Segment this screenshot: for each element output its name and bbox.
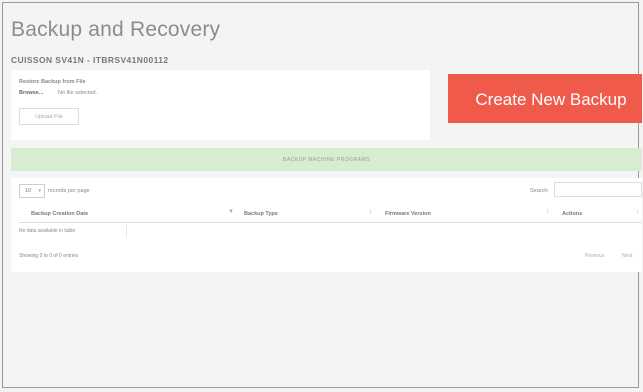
create-new-backup-button[interactable]: Create New Backup: [448, 74, 642, 123]
sort-icon[interactable]: ↕: [636, 209, 639, 215]
machine-subtitle: CUISSON SV41N - ITBRSV41N00112: [11, 55, 169, 65]
column-header-backup-creation-date[interactable]: Backup Creation Date: [31, 211, 88, 217]
table-header: Backup Creation Date ▼ Backup Type ↕ Fir…: [19, 207, 642, 223]
backups-table-panel: 10 ▾ records per page Search: Backup Cre…: [11, 178, 642, 272]
sort-icon[interactable]: ↕: [369, 209, 372, 215]
column-header-backup-type[interactable]: Backup Type: [244, 211, 278, 217]
records-per-page-select[interactable]: 10 ▾: [19, 184, 45, 198]
next-page-button[interactable]: Next: [622, 253, 632, 259]
backup-progress-bar: BACKUP MACHINE PROGRAMS: [11, 148, 642, 171]
caret-icon: ▾: [38, 188, 41, 194]
page-title: Backup and Recovery: [11, 18, 221, 41]
app-frame: Backup and Recovery CUISSON SV41N - ITBR…: [2, 2, 642, 388]
table-info: Showing 0 to 0 of 0 entries: [19, 253, 79, 259]
upload-file-button[interactable]: Upload File: [19, 108, 79, 125]
records-per-page-value: 10: [25, 188, 32, 194]
empty-table-row: No data available in table: [19, 225, 127, 237]
previous-page-button[interactable]: Previous: [585, 253, 604, 259]
column-header-actions[interactable]: Actions: [562, 211, 582, 217]
column-header-firmware-version[interactable]: Firmware Version: [385, 211, 431, 217]
search-input[interactable]: [554, 182, 642, 197]
search-label: Search:: [530, 188, 549, 194]
records-per-page-label: records per page: [48, 188, 90, 194]
no-file-label: No file selected.: [58, 90, 98, 96]
restore-label: Restore Backup from File: [19, 79, 86, 85]
progress-label: BACKUP MACHINE PROGRAMS: [283, 157, 370, 163]
sort-icon[interactable]: ▼: [228, 209, 234, 215]
restore-panel: Restore Backup from File Browse... No fi…: [11, 70, 430, 140]
browse-button[interactable]: Browse...: [19, 90, 43, 96]
sort-icon[interactable]: ↕: [546, 209, 549, 215]
